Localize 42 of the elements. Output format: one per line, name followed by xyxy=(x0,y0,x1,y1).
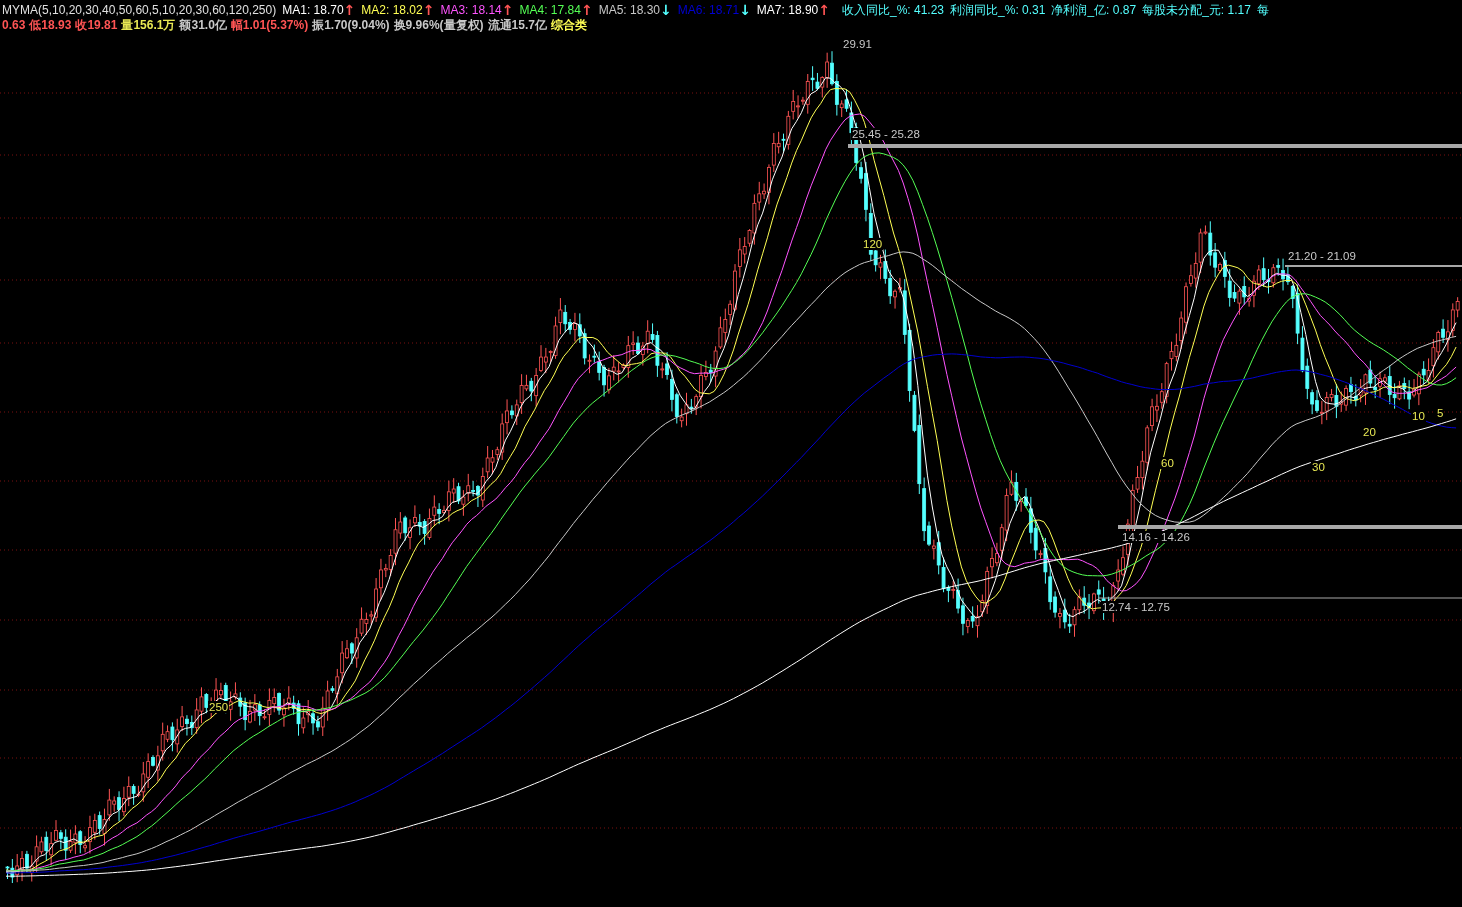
trend-arrow: ↑ xyxy=(818,4,830,16)
price-label: 14.16 - 14.26 xyxy=(1121,531,1191,543)
quote-value: 振1.70(9.04%) xyxy=(312,16,390,34)
quote-value: 换9.96%(量复权) xyxy=(393,16,484,34)
price-label: 21.20 - 21.09 xyxy=(1287,250,1357,262)
quote-value: 综合类 xyxy=(550,16,587,34)
period-label: 5 xyxy=(1436,407,1445,419)
price-label: 29.91 xyxy=(842,38,873,50)
period-label: 20 xyxy=(1362,426,1377,438)
quote-value: 低18.93 xyxy=(29,17,72,34)
moving-average-value: MA1: 18.70 xyxy=(282,3,344,17)
period-label: 30 xyxy=(1311,461,1326,473)
trend-arrow: ↑ xyxy=(422,4,435,16)
price-label: 12.74 - 12.75 xyxy=(1101,601,1171,613)
quote-value: 0.63 xyxy=(2,18,26,32)
quote-value: 幅1.01(5.37%) xyxy=(230,17,309,34)
period-label: 60 xyxy=(1160,457,1175,469)
quote-value: 额31.0亿 xyxy=(179,17,227,34)
period-label: 250 xyxy=(208,701,230,713)
trend-arrow: ↑ xyxy=(343,4,356,16)
trend-arrow: ↑ xyxy=(501,4,514,16)
fundamental-value: 每股未分配_元: 1.17 xyxy=(1142,1,1251,19)
moving-average-value: MA2: 18.02 xyxy=(361,3,423,17)
indicator-name: MYMA(5,10,20,30,40,50,60,5,10,20,30,60,120,250) xyxy=(2,3,277,17)
quote-value: 量156.1万 xyxy=(121,17,176,34)
trend-arrow: ↓ xyxy=(660,4,672,16)
fundamental-value: 收入同比_%: 41.23 xyxy=(842,1,945,19)
quote-value: 收19.81 xyxy=(75,17,118,34)
period-label: 10 xyxy=(1411,410,1426,422)
price-label: 25.45 - 25.28 xyxy=(851,128,921,140)
trend-arrow: ↓ xyxy=(739,4,751,16)
fundamental-value: 每 xyxy=(1256,1,1269,19)
trend-arrow: ↑ xyxy=(580,4,593,16)
moving-average-value: MA4: 17.84 xyxy=(519,3,581,17)
fundamental-value: 利润同比_%: 0.31 xyxy=(950,1,1046,19)
fundamental-value: 净利润_亿: 0.87 xyxy=(1051,1,1137,19)
moving-average-value: MA7: 18.90 xyxy=(756,3,819,17)
quote-value: 流通15.7亿 xyxy=(487,16,547,34)
moving-average-value: MA6: 18.71 xyxy=(677,3,740,17)
moving-average-value: MA5: 18.30 xyxy=(598,3,660,17)
moving-average-value: MA3: 18.14 xyxy=(440,3,502,17)
period-label: 120 xyxy=(862,238,884,250)
